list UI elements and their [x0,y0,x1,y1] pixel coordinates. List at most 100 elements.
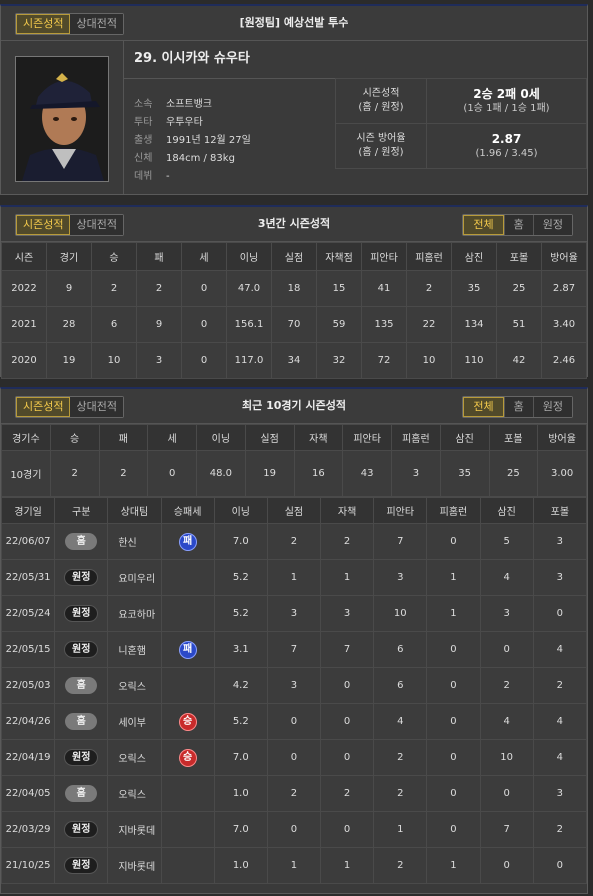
column-header: 자책 [320,497,375,524]
game-row: 22/04/26 홈 세이부 승 5.2 0 0 4 0 4 4 [0,703,588,740]
game-cell-er: 0 [320,667,375,704]
game-cell-er: 0 [320,739,375,776]
table-cell: 2020 [1,342,47,379]
summary-big: 2.87 [491,132,522,146]
column-header: 경기 [46,242,92,271]
game-cell-hr: 0 [426,811,481,848]
column-header: 방어율 [541,242,587,271]
table-row: 2021 28 6 9 0 156.1 70 59 135 22 134 51 3.40 [1,306,587,343]
game-cell-res: 패 [160,631,215,668]
game-cell-bb: 4 [532,739,588,776]
table-cell: 110 [451,342,497,379]
game-cell-date: 22/06/07 [0,523,56,560]
game-cell-opp: 세이부 [107,703,162,740]
game-cell-bb: 4 [532,703,588,740]
game-row: 22/04/05 홈 오릭스 1.0 2 2 2 0 0 3 [0,775,588,812]
table-cell: 32 [316,342,362,379]
three-year-header: 시즌성적 상대전적 3년간 시즌성적 전체 홈 원정 [1,207,587,242]
filter-all[interactable]: 전체 [463,215,504,235]
summary-label-line: 시즌성적 [362,88,400,99]
game-cell-res [160,595,215,632]
column-header: 피홈런 [406,242,452,271]
info-value: 1991년 12월 27일 [166,135,251,146]
summary-value: 2승 2패 0세 (1승 1패 / 1승 1패) [426,78,587,124]
table-cell: 28 [46,306,92,343]
column-header: 패 [136,242,182,271]
game-cell-opp: 니혼햄 [107,631,162,668]
table-cell: 22 [406,306,452,343]
table-row: 2020 19 10 3 0 117.0 34 32 72 10 110 42 2.46 [1,342,587,379]
table-cell: 47.0 [226,270,272,307]
game-cell-r: 0 [266,703,322,740]
column-header: 방어율 [537,424,587,451]
game-cell-hr: 0 [426,703,481,740]
game-cell-r: 3 [266,595,322,632]
table-row: 2022 9 2 2 0 47.0 18 15 41 2 35 25 2.87 [1,270,587,307]
column-header: 구분 [54,497,109,524]
filter-away[interactable]: 원정 [532,397,572,417]
table-cell: 117.0 [226,342,272,379]
game-type-pill: 원정 [64,857,99,874]
filter-home[interactable]: 홈 [503,397,533,417]
column-header: 삼진 [479,497,534,524]
summary-label-line: 시즌 방어율 [356,133,406,144]
game-cell-date: 22/05/03 [0,667,56,704]
table-cell: 18 [271,270,317,307]
game-type-pill: 원정 [64,641,99,658]
game-cell-bb: 3 [532,559,588,596]
game-cell-so: 0 [479,631,534,668]
table-cell: 2 [406,270,452,307]
game-type-pill: 홈 [65,677,98,694]
column-header: 실점 [244,424,295,451]
filter-home[interactable]: 홈 [503,215,533,235]
game-cell-res [160,847,215,884]
recent-panel: 시즌성적 상대전적 최근 10경기 시즌성적 전체 홈 원정 경기수 승 패 세 이닝 실… [0,387,588,894]
game-cell-ip: 7.0 [213,739,268,776]
column-header: 패 [98,424,149,451]
table-cell: 2022 [1,270,47,307]
game-row: 22/03/29 원정 지바롯데 7.0 0 0 1 0 7 2 [0,811,588,848]
game-cell-so: 4 [479,703,534,740]
column-header: 자책점 [316,242,362,271]
game-cell-type: 원정 [54,631,109,668]
filter-away[interactable]: 원정 [532,215,572,235]
game-cell-ip: 5.2 [213,559,268,596]
table-cell: 48.0 [196,450,246,497]
summary-big: 2승 2패 0세 [473,87,540,101]
player-panel-title: [원정팀] 예상선발 투수 [239,16,349,29]
game-type-pill: 홈 [65,713,98,730]
info-key: 신체 [134,153,153,164]
column-header: 이닝 [226,242,272,271]
column-header: 실점 [266,497,322,524]
three-year-filter: 전체 홈 원정 [462,214,573,236]
game-cell-type: 원정 [54,739,109,776]
column-header: 경기수 [1,424,51,451]
game-cell-so: 3 [479,595,534,632]
summary-label-line: (홈 / 원정) [358,102,404,113]
game-cell-h: 4 [373,703,428,740]
player-panel: 시즌성적 상대전적 [원정팀] 예상선발 투수 29. 이시카와 슈우타 소속 소… [0,4,588,195]
info-row: 투타 우투우타 [134,114,335,132]
recent-summary-table: 경기수 승 패 세 이닝 실점 자책 피안타 피홈런 삼진 포볼 방어율 10경기 2 2 0 48.0 19 1… [1,424,587,497]
game-cell-ip: 1.0 [213,847,268,884]
game-cell-date: 22/04/19 [0,739,56,776]
game-cell-date: 22/05/31 [0,559,56,596]
column-header: 삼진 [439,424,490,451]
summary-small: (1.96 / 3.45) [475,148,538,159]
game-cell-h: 7 [373,523,428,560]
player-info: 소속 소프트뱅크 투타 우투우타 출생 1991년 12월 27일 신체 184cm /… [123,78,335,194]
game-cell-type: 홈 [54,703,109,740]
game-cell-er: 7 [320,631,375,668]
info-row: 데뷔 - [134,168,335,186]
filter-all[interactable]: 전체 [463,397,504,417]
table-cell: 15 [316,270,362,307]
info-key: 출생 [134,135,153,146]
table-cell: 2 [91,270,137,307]
game-cell-opp: 한신 [107,523,162,560]
table-cell: 72 [361,342,407,379]
table-cell: 2.46 [541,342,587,379]
game-cell-bb: 2 [532,667,588,704]
table-cell: 3.40 [541,306,587,343]
info-row: 신체 184cm / 83kg [134,150,335,168]
info-value: 우투우타 [166,117,203,128]
